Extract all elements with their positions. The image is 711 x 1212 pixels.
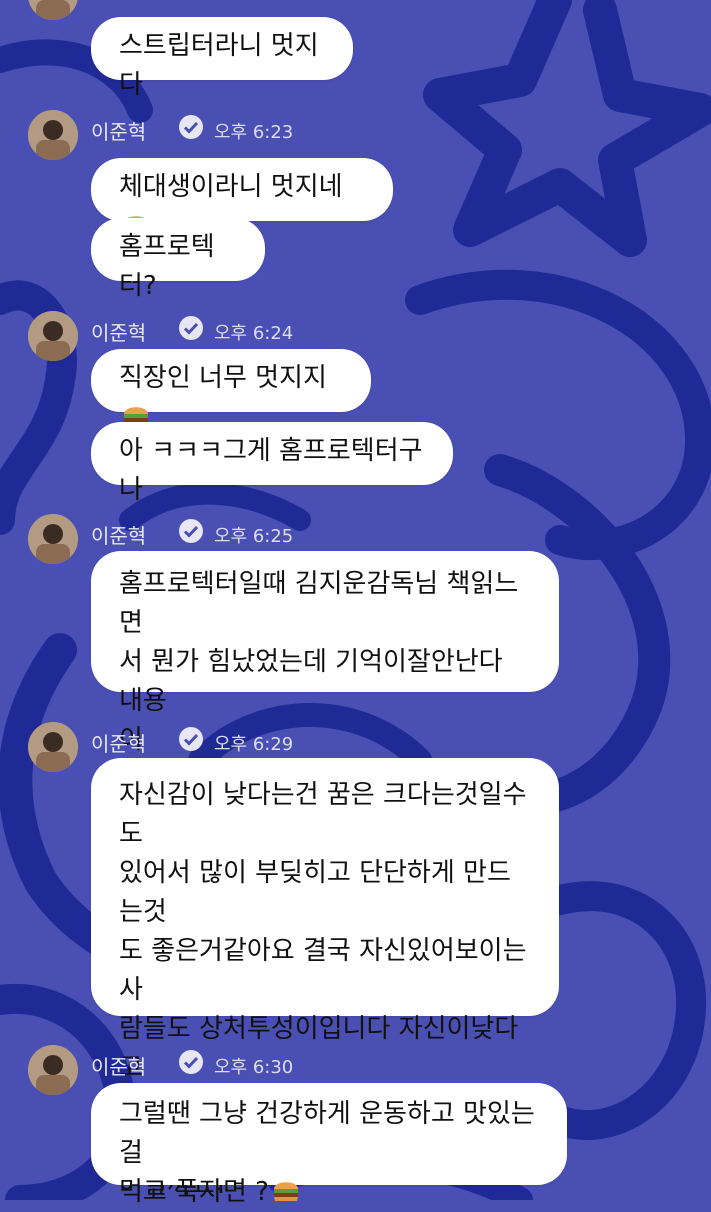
avatar[interactable] bbox=[28, 722, 78, 772]
message-text: 체대생이라니 멋지네 bbox=[119, 172, 343, 202]
message-time: 오후 6:24 bbox=[214, 323, 294, 344]
hamburger-emoji bbox=[273, 1182, 298, 1201]
message-bubble[interactable]: 체대생이라니 멋지네 bbox=[91, 158, 393, 235]
message-bubble[interactable]: 아 ㅋㅋㅋ그게 홈프로텍터구나 bbox=[91, 422, 453, 505]
message-bubble[interactable]: 그럴땐 그냥 건강하게 운동하고 맛있는걸 먹고 푹자면 ? bbox=[91, 1083, 567, 1207]
message-text: 직장인 너무 멋지지 bbox=[119, 363, 327, 393]
chat-thread: 스트립터라니 멋지다 이준혁 오후 6:23 체대생이라니 멋지네 홈프로텍터?… bbox=[0, 0, 711, 1207]
avatar[interactable] bbox=[28, 311, 78, 361]
message-time: 오후 6:25 bbox=[214, 526, 294, 547]
message-time: 오후 6:30 bbox=[214, 1057, 294, 1078]
avatar[interactable] bbox=[28, 110, 78, 160]
message-bubble[interactable]: 직장인 너무 멋지지 bbox=[91, 349, 371, 426]
message-time: 오후 6:23 bbox=[214, 122, 294, 143]
verified-badge-icon bbox=[179, 115, 203, 139]
message-bubble[interactable]: 스트립터라니 멋지다 bbox=[91, 17, 353, 100]
verified-badge-icon bbox=[179, 1050, 203, 1074]
message-bubble[interactable]: 홈프로텍터일때 김지운감독님 책읽느면 서 뭔가 힘났었는데 기억이잘안난다 내… bbox=[91, 551, 559, 755]
message-bubble[interactable]: 홈프로텍터? bbox=[91, 218, 265, 301]
avatar[interactable] bbox=[28, 514, 78, 564]
message-text: 아 ㅋㅋㅋ그게 홈프로텍터구나 bbox=[119, 436, 423, 505]
sender-name[interactable]: 이준혁 bbox=[91, 1051, 146, 1080]
verified-badge-icon bbox=[179, 727, 203, 751]
message-text: 그럴땐 그냥 건강하게 운동하고 맛있는걸 먹고 푹자면 ? bbox=[119, 1099, 535, 1207]
sender-name[interactable]: 이준혁 bbox=[91, 728, 146, 757]
sender-name[interactable]: 이준혁 bbox=[91, 116, 146, 145]
message-time: 오후 6:29 bbox=[214, 734, 294, 755]
verified-badge-icon bbox=[179, 519, 203, 543]
sender-name[interactable]: 이준혁 bbox=[91, 520, 146, 549]
message-text: 스트립터라니 멋지다 bbox=[119, 31, 319, 100]
sender-name[interactable]: 이준혁 bbox=[91, 317, 146, 346]
message-header: 이준혁 오후 6:23 bbox=[28, 110, 328, 160]
avatar[interactable] bbox=[28, 1045, 78, 1095]
message-bubble[interactable]: 자신감이 낮다는건 꿈은 크다는것일수도 있어서 많이 부딪히고 단단하게 만드… bbox=[91, 758, 559, 1200]
avatar[interactable] bbox=[28, 0, 78, 20]
verified-badge-icon bbox=[179, 316, 203, 340]
message-text: 홈프로텍터? bbox=[119, 232, 215, 301]
